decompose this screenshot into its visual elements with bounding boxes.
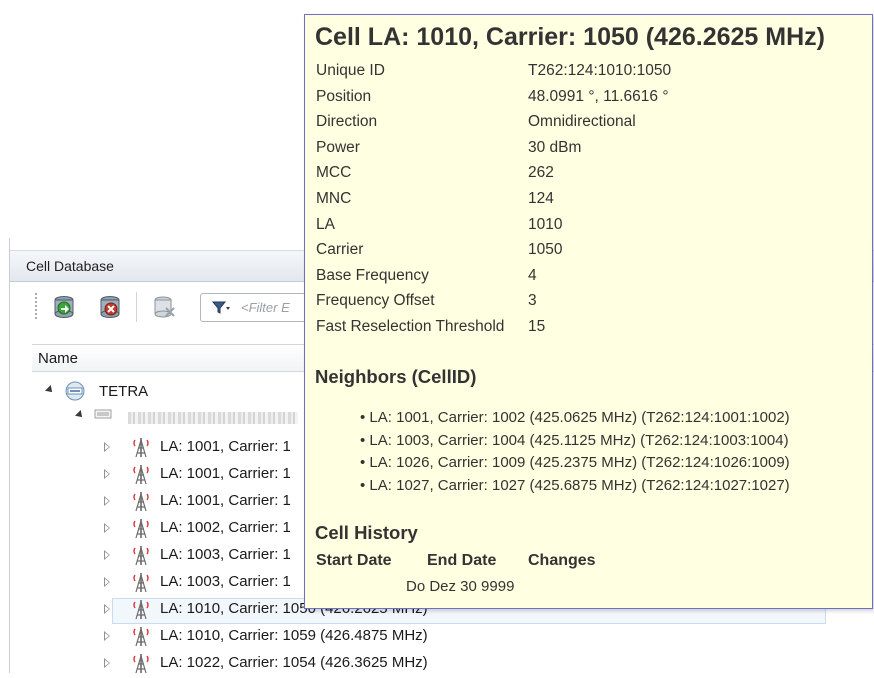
panel-title: Cell Database bbox=[26, 258, 114, 274]
property-label: Power bbox=[316, 138, 360, 156]
expand-arrow-icon[interactable] bbox=[104, 442, 110, 452]
property-value: 1010 bbox=[528, 215, 563, 233]
tree-item-label: TETRA bbox=[99, 383, 149, 400]
tooltip-title: Cell LA: 1010, Carrier: 1050 (426.2625 M… bbox=[315, 23, 825, 51]
neighbor-list-item: • LA: 1001, Carrier: 1002 (425.0625 MHz)… bbox=[360, 409, 790, 426]
tree-item-label: LA: 1001, Carrier: 1 bbox=[160, 438, 291, 455]
operator-name-redacted bbox=[128, 412, 298, 424]
cell-tower-icon bbox=[132, 625, 150, 647]
filter-placeholder: <Filter E bbox=[241, 300, 290, 315]
cell-tower-icon bbox=[132, 517, 150, 539]
bullet-icon: • bbox=[360, 409, 370, 426]
cell-tower-icon bbox=[132, 571, 150, 593]
property-value: 124 bbox=[528, 190, 554, 207]
tree-item-label: LA: 1010, Carrier: 1059 (426.4875 MHz) bbox=[160, 627, 428, 644]
expand-arrow-icon[interactable] bbox=[104, 631, 110, 641]
property-label: Carrier bbox=[316, 241, 364, 259]
property-label: Fast Reselection Threshold bbox=[316, 318, 505, 335]
neighbor-text: LA: 1027, Carrier: 1027 (425.6875 MHz) (… bbox=[369, 477, 790, 495]
property-label: Base Frequency bbox=[316, 266, 429, 284]
name-column-label: Name bbox=[38, 350, 79, 367]
property-label: Direction bbox=[316, 113, 378, 131]
import-database-button[interactable] bbox=[50, 294, 78, 320]
expand-arrow-icon[interactable] bbox=[104, 496, 110, 506]
cell-info-tooltip: Cell LA: 1010, Carrier: 1050 (426.2625 M… bbox=[304, 14, 873, 609]
expand-arrow-icon[interactable] bbox=[104, 550, 110, 560]
property-label: Frequency Offset bbox=[316, 292, 435, 310]
property-value: 15 bbox=[528, 318, 546, 335]
tree-item-cell[interactable]: LA: 1010, Carrier: 1059 (426.4875 MHz) bbox=[104, 624, 824, 648]
tree-item-label: LA: 1002, Carrier: 1 bbox=[160, 519, 291, 536]
database-import-icon bbox=[54, 296, 74, 318]
neighbors-heading: Neighbors (CellID) bbox=[315, 366, 477, 387]
history-header-start: Start Date bbox=[316, 552, 392, 569]
property-value: 262 bbox=[528, 164, 554, 182]
cell-tower-icon bbox=[132, 463, 150, 485]
database-clear-icon bbox=[154, 296, 175, 318]
history-end-date: Do Dez 30 9999 bbox=[406, 578, 515, 595]
cell-history-heading: Cell History bbox=[315, 522, 418, 543]
tree-item-tetra[interactable]: TETRA bbox=[44, 380, 344, 404]
clear-database-button[interactable] bbox=[150, 294, 178, 320]
property-value: 4 bbox=[528, 266, 537, 284]
operator-icon bbox=[94, 409, 112, 419]
cell-tower-icon bbox=[132, 436, 150, 458]
tree-item-label: LA: 1022, Carrier: 1054 (426.3625 MHz) bbox=[160, 654, 428, 671]
property-value: 3 bbox=[528, 292, 537, 310]
property-label: Unique ID bbox=[316, 62, 385, 79]
neighbor-list-item: • LA: 1003, Carrier: 1004 (425.1125 MHz)… bbox=[360, 432, 789, 449]
expand-arrow-icon[interactable] bbox=[104, 523, 110, 533]
property-value: 48.0991 °, 11.6616 ° bbox=[528, 87, 669, 105]
neighbor-text: LA: 1026, Carrier: 1009 (425.2375 MHz) (… bbox=[369, 454, 790, 472]
bullet-icon: • bbox=[360, 454, 370, 472]
cell-tower-icon bbox=[132, 598, 150, 620]
neighbor-text: LA: 1003, Carrier: 1004 (425.1125 MHz) (… bbox=[369, 431, 789, 449]
toolbar-grip[interactable] bbox=[34, 292, 38, 320]
tree-item-label: LA: 1003, Carrier: 1 bbox=[160, 573, 291, 590]
neighbor-text: LA: 1001, Carrier: 1002 (425.0625 MHz) (… bbox=[369, 409, 790, 426]
history-header-end: End Date bbox=[427, 552, 497, 569]
property-value: 1050 bbox=[528, 241, 563, 259]
history-header-changes: Changes bbox=[528, 552, 596, 569]
expand-arrow-icon[interactable] bbox=[45, 385, 55, 395]
cell-tower-icon bbox=[132, 544, 150, 566]
expand-arrow-icon[interactable] bbox=[104, 469, 110, 479]
expand-arrow-icon[interactable] bbox=[104, 658, 110, 668]
tree-item-label: LA: 1001, Carrier: 1 bbox=[160, 465, 291, 482]
expand-arrow-icon[interactable] bbox=[75, 410, 85, 420]
bullet-icon: • bbox=[360, 477, 370, 495]
property-label: LA bbox=[316, 215, 335, 233]
tetra-network-icon bbox=[65, 381, 85, 401]
bullet-icon: • bbox=[360, 431, 370, 449]
filter-icon[interactable] bbox=[211, 299, 233, 315]
property-value: 30 dBm bbox=[528, 138, 582, 156]
tree-item-label: LA: 1003, Carrier: 1 bbox=[160, 546, 291, 563]
property-label: MCC bbox=[316, 164, 352, 182]
expand-arrow-icon[interactable] bbox=[104, 577, 110, 587]
delete-database-button[interactable] bbox=[96, 294, 124, 320]
tree-item-label: LA: 1001, Carrier: 1 bbox=[160, 492, 291, 509]
database-delete-icon bbox=[100, 296, 120, 318]
neighbor-list-item: • LA: 1026, Carrier: 1009 (425.2375 MHz)… bbox=[360, 454, 790, 471]
property-value: T262:124:1010:1050 bbox=[528, 62, 672, 79]
expand-arrow-icon[interactable] bbox=[104, 604, 110, 614]
neighbor-list-item: • LA: 1027, Carrier: 1027 (425.6875 MHz)… bbox=[360, 477, 790, 494]
property-value: Omnidirectional bbox=[528, 113, 636, 131]
cell-tower-icon bbox=[132, 652, 150, 674]
tree-item-cell[interactable]: LA: 1022, Carrier: 1054 (426.3625 MHz) bbox=[104, 651, 824, 675]
property-label: Position bbox=[316, 87, 372, 105]
toolbar-separator bbox=[136, 292, 137, 322]
property-label: MNC bbox=[316, 190, 352, 207]
cell-tower-icon bbox=[132, 490, 150, 512]
